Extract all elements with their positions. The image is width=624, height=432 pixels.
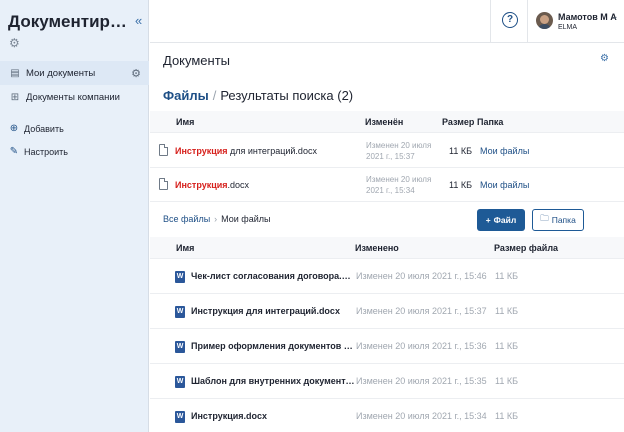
file-name[interactable]: Инструкция для интеграций.docx <box>191 306 356 316</box>
folder-breadcrumb: Все файлы › Мои файлы <box>163 214 270 224</box>
file-name[interactable]: Пример оформления документов ком... <box>191 341 356 351</box>
word-file-icon: W <box>175 306 185 318</box>
folders-icon: ⊞ <box>10 91 20 103</box>
file-row[interactable]: W Инструкция.docx Изменен 20 июля 2021 г… <box>150 399 624 432</box>
help-icon[interactable]: ? <box>502 12 518 28</box>
file-row[interactable]: W Пример оформления документов ком... Из… <box>150 329 624 364</box>
modified-date: Изменен 20 июля 2021 г., 15:35 <box>356 376 487 386</box>
modified-date: Изменен 20 июля 2021 г., 15:37 <box>366 141 432 161</box>
breadcrumb-current: Результаты поиска (2) <box>220 88 354 103</box>
column-size[interactable]: Размер <box>442 117 474 127</box>
folder-icon: 🗀 <box>540 213 549 223</box>
breadcrumb-separator: › <box>214 214 218 224</box>
file-size: 11 КБ <box>495 411 518 421</box>
column-modified[interactable]: Изменён <box>365 117 403 127</box>
column-name[interactable]: Имя <box>176 117 194 127</box>
divider <box>527 0 528 43</box>
modified-date: Изменен 20 июля 2021 г., 15:36 <box>356 341 487 351</box>
word-file-icon: W <box>175 341 185 353</box>
search-result-row[interactable]: Инструкция.docx Изменен 20 июля 2021 г., … <box>150 168 624 202</box>
modified-date: Изменен 20 июля 2021 г., 15:37 <box>356 306 487 316</box>
add-label: Добавить <box>24 123 64 134</box>
divider <box>490 0 491 43</box>
modified-date: Изменен 20 июля 2021 г., 15:34 <box>366 175 432 195</box>
folder-user-icon: ▤ <box>10 67 20 79</box>
sidebar-item-label: Мои документы <box>26 67 96 79</box>
chevron-down-icon[interactable]: ⌄ <box>611 11 619 22</box>
column-modified[interactable]: Изменено <box>355 243 399 253</box>
files-table-header: Имя Изменено Размер файла <box>150 237 624 259</box>
sidebar-item-my-documents[interactable]: ▤ Мои документы ⚙ <box>0 61 149 85</box>
breadcrumb: Файлы / Результаты поиска (2) <box>163 88 353 103</box>
add-folder-button[interactable]: 🗀 Папка <box>532 209 584 231</box>
sidebar-item-company-documents[interactable]: ⊞ Документы компании <box>0 85 149 109</box>
gear-icon[interactable]: ⚙ <box>131 67 141 80</box>
word-file-icon: W <box>175 271 185 283</box>
sidebar-settings-gear-icon[interactable]: ⚙ <box>9 36 20 50</box>
document-icon <box>159 178 168 190</box>
word-file-icon: W <box>175 411 185 423</box>
all-files-link[interactable]: Все файлы <box>163 214 210 224</box>
file-size: 11 КБ <box>449 146 472 156</box>
file-size: 11 КБ <box>449 180 472 190</box>
collapse-sidebar-icon[interactable]: « <box>135 14 142 28</box>
plus-circle-icon: ⊕ <box>9 123 19 134</box>
configure-button[interactable]: ✎ Настроить <box>8 146 68 157</box>
file-row[interactable]: W Инструкция для интеграций.docx Изменен… <box>150 294 624 329</box>
sidebar-item-label: Документы компании <box>26 91 120 103</box>
breadcrumb-separator: / <box>212 88 217 103</box>
current-folder: Мои файлы <box>221 214 271 224</box>
app-title: Документирова... <box>8 12 130 31</box>
avatar[interactable] <box>536 12 553 29</box>
file-row[interactable]: W Шаблон для внутренних документов.d... … <box>150 364 624 399</box>
user-name[interactable]: Мамотов М А <box>558 12 617 22</box>
breadcrumb-files-link[interactable]: Файлы <box>163 88 209 103</box>
wrench-icon: ✎ <box>9 146 19 157</box>
page-title: Документы <box>163 53 231 68</box>
column-folder[interactable]: Папка <box>477 117 503 127</box>
modified-date: Изменен 20 июля 2021 г., 15:34 <box>356 411 487 421</box>
search-table-header: Имя Изменён Размер Папка <box>150 111 624 133</box>
file-size: 11 КБ <box>495 376 518 386</box>
file-name[interactable]: Чек-лист согласования договора.docx <box>191 271 356 281</box>
file-size: 11 КБ <box>495 341 518 351</box>
user-org: ELMA <box>558 24 578 31</box>
column-size[interactable]: Размер файла <box>494 243 558 253</box>
modified-date: Изменен 20 июля 2021 г., 15:46 <box>356 271 487 281</box>
file-name[interactable]: Шаблон для внутренних документов.d... <box>191 376 356 386</box>
configure-label: Настроить <box>24 146 68 157</box>
file-size: 11 КБ <box>495 271 518 281</box>
add-file-button[interactable]: + Файл <box>477 209 525 231</box>
document-icon <box>159 144 168 156</box>
file-name[interactable]: Инструкция для интеграций.docx <box>175 146 317 156</box>
plus-icon: + <box>485 215 491 225</box>
page-settings-gear-icon[interactable]: ⚙ <box>600 53 609 64</box>
column-name[interactable]: Имя <box>176 243 194 253</box>
file-name[interactable]: Инструкция.docx <box>175 180 249 190</box>
file-row[interactable]: W Чек-лист согласования договора.docx Из… <box>150 259 624 294</box>
file-size: 11 КБ <box>495 306 518 316</box>
word-file-icon: W <box>175 376 185 388</box>
sidebar: Документирова... « ⚙ ▤ Мои документы ⚙ ⊞… <box>0 0 149 432</box>
search-result-row[interactable]: Инструкция для интеграций.docx Изменен 2… <box>150 134 624 168</box>
add-button[interactable]: ⊕ Добавить <box>8 123 64 134</box>
folder-link[interactable]: Мои файлы <box>480 180 529 190</box>
file-name[interactable]: Инструкция.docx <box>191 411 356 421</box>
folder-link[interactable]: Мои файлы <box>480 146 529 156</box>
